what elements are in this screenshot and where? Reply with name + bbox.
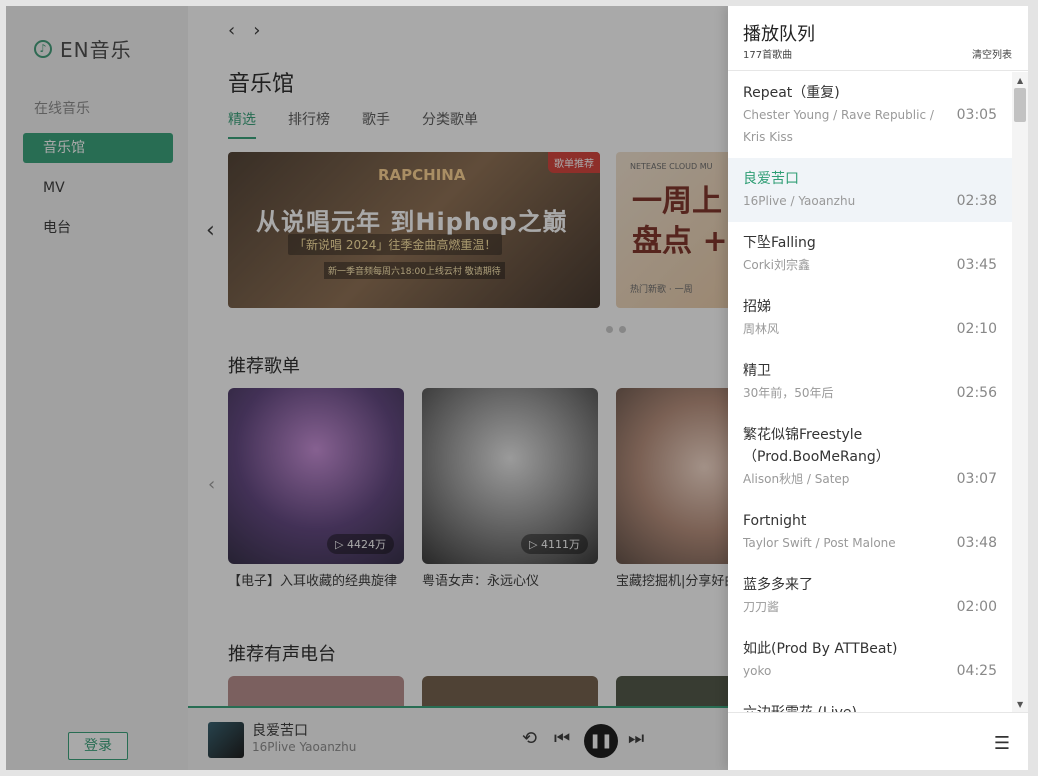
song-artist: 16Plive / Yaoanzhu bbox=[743, 194, 856, 208]
queue-item[interactable]: 繁花似锦Freestyle （Prod.BooMeRang） Alison秋旭 … bbox=[728, 414, 1012, 500]
queue-item[interactable]: 六边形雪花 (Live) bbox=[728, 692, 1012, 712]
queue-item[interactable]: Repeat（重复) Chester Young / Rave Republic… bbox=[728, 72, 1012, 158]
song-title: 精卫 bbox=[743, 363, 771, 379]
song-title: 招娣 bbox=[743, 299, 771, 315]
scroll-up-icon[interactable]: ▲ bbox=[1017, 76, 1023, 85]
song-artist: 30年前，50年后 bbox=[743, 386, 834, 400]
song-title: Fortnight bbox=[743, 513, 807, 529]
queue-count: 177首歌曲 bbox=[743, 50, 793, 61]
scroll-down-icon[interactable]: ▼ bbox=[1017, 700, 1023, 709]
song-title: 蓝多多来了 bbox=[743, 577, 813, 593]
queue-title: 播放队列 bbox=[743, 24, 815, 45]
clear-queue-button[interactable]: 清空列表 bbox=[972, 46, 1012, 61]
song-title: 良爱苦口 bbox=[743, 171, 799, 187]
modal-overlay[interactable] bbox=[6, 6, 728, 770]
song-title: 繁花似锦Freestyle （Prod.BooMeRang） bbox=[743, 427, 890, 465]
queue-item[interactable]: 蓝多多来了 刀刀酱 02:00 bbox=[728, 564, 1012, 628]
song-title: 下坠Falling bbox=[743, 235, 816, 251]
song-duration: 02:38 bbox=[956, 193, 997, 209]
song-artist: Corki刘宗鑫 bbox=[743, 258, 810, 272]
song-artist: 刀刀酱 bbox=[743, 600, 780, 614]
song-duration: 04:25 bbox=[956, 663, 997, 679]
song-artist: 周林风 bbox=[743, 322, 780, 336]
scrollbar-thumb[interactable] bbox=[1014, 88, 1026, 122]
song-title: Repeat（重复) bbox=[743, 85, 840, 101]
queue-item[interactable]: 如此(Prod By ATTBeat) yoko 04:25 bbox=[728, 628, 1012, 692]
song-duration: 03:05 bbox=[956, 107, 997, 123]
divider bbox=[728, 70, 1028, 71]
list-icon[interactable]: ☰ bbox=[994, 733, 1010, 754]
song-duration: 02:00 bbox=[956, 599, 997, 615]
app-window: ♪ EN音乐 在线音乐 音乐馆 MV 电台 登录 ‹ › 音乐馆 精选 排行榜 … bbox=[6, 6, 1028, 770]
queue-scrollbar[interactable] bbox=[1012, 72, 1028, 712]
queue-item-playing[interactable]: 良爱苦口 16Plive / Yaoanzhu 02:38 bbox=[728, 158, 1012, 222]
play-queue-panel: 播放队列 177首歌曲 清空列表 Repeat（重复) Chester Youn… bbox=[728, 6, 1028, 770]
queue-list: Repeat（重复) Chester Young / Rave Republic… bbox=[728, 72, 1012, 712]
song-artist: Alison秋旭 / Satep bbox=[743, 472, 850, 486]
queue-item[interactable]: Fortnight Taylor Swift / Post Malone 03:… bbox=[728, 500, 1012, 564]
song-title: 如此(Prod By ATTBeat) bbox=[743, 641, 898, 657]
song-duration: 02:56 bbox=[956, 385, 997, 401]
song-artist: yoko bbox=[743, 664, 772, 678]
song-duration: 03:48 bbox=[956, 535, 997, 551]
queue-footer: ☰ bbox=[728, 712, 1028, 770]
song-artist: Chester Young / Rave Republic / Kris Kis… bbox=[743, 108, 934, 144]
queue-item[interactable]: 招娣 周林风 02:10 bbox=[728, 286, 1012, 350]
song-duration: 02:10 bbox=[956, 321, 997, 337]
queue-item[interactable]: 精卫 30年前，50年后 02:56 bbox=[728, 350, 1012, 414]
song-title: 六边形雪花 (Live) bbox=[743, 702, 997, 712]
song-artist: Taylor Swift / Post Malone bbox=[743, 536, 896, 550]
song-duration: 03:07 bbox=[956, 471, 997, 487]
song-duration: 03:45 bbox=[956, 257, 997, 273]
queue-item[interactable]: 下坠Falling Corki刘宗鑫 03:45 bbox=[728, 222, 1012, 286]
